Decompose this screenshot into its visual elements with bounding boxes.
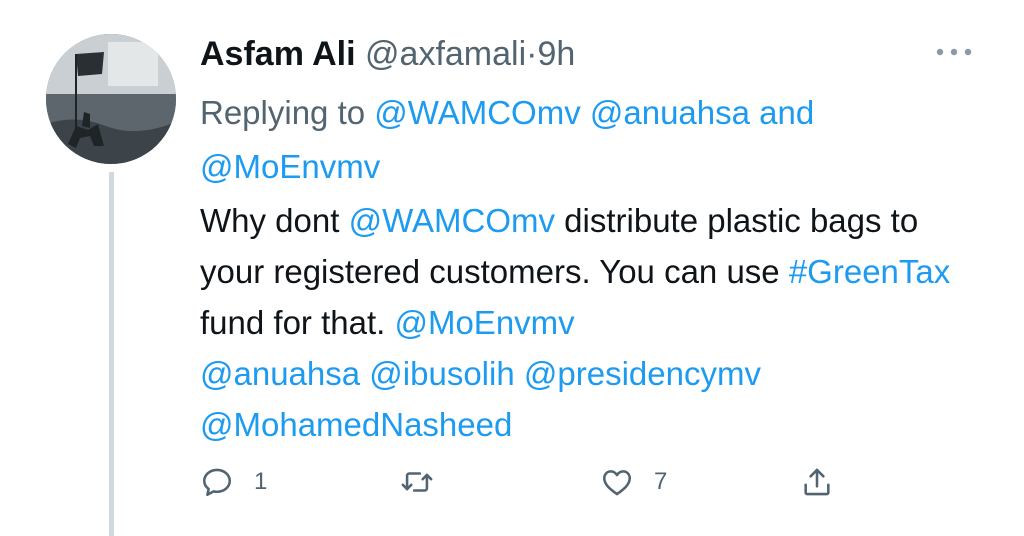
share-icon: [800, 465, 834, 499]
mention-link[interactable]: @WAMCOmv: [374, 94, 580, 131]
reply-icon: [200, 465, 234, 499]
mention-link[interactable]: @MohamedNasheed: [200, 406, 512, 443]
separator-dot: ·: [526, 35, 538, 73]
mention-link[interactable]: @presidencymv: [524, 355, 761, 392]
timestamp[interactable]: 9h: [537, 35, 575, 73]
tweet-text: Why dont @WAMCOmv distribute plastic bag…: [200, 195, 980, 450]
user-handle[interactable]: @axfamali: [365, 35, 526, 73]
mention-link[interactable]: @WAMCOmv: [349, 202, 555, 239]
avatar[interactable]: [46, 34, 176, 164]
reply-button[interactable]: 1: [200, 460, 267, 504]
mention-link[interactable]: @MoEnvmv: [200, 148, 380, 185]
hashtag-link[interactable]: #GreenTax: [789, 253, 950, 290]
mention-link[interactable]: @anuahsa: [200, 355, 360, 392]
thread-line: [109, 172, 114, 536]
retweet-button[interactable]: [400, 460, 434, 504]
tweet-text-segment: fund for that.: [200, 304, 395, 341]
display-name[interactable]: Asfam Ali: [200, 35, 356, 73]
reply-count: 1: [254, 468, 268, 495]
tweet-text-segment: Why dont: [200, 202, 349, 239]
like-count: 7: [654, 468, 668, 495]
mention-link[interactable]: @ibusolih: [369, 355, 514, 392]
more-icon[interactable]: [934, 40, 974, 64]
mention-link[interactable]: @MoEnvmv: [394, 304, 574, 341]
like-button[interactable]: 7: [600, 460, 667, 504]
tweet-header: Asfam Ali @axfamali·9h: [200, 34, 575, 74]
replying-conjunction[interactable]: and: [759, 94, 814, 131]
share-button[interactable]: [800, 460, 834, 504]
replying-to: Replying to @WAMCOmv @anuahsa and @MoEnv…: [200, 86, 960, 194]
like-icon: [600, 465, 634, 499]
action-bar: 1 7: [200, 460, 860, 504]
mention-link[interactable]: @anuahsa: [590, 94, 750, 131]
retweet-icon: [400, 465, 434, 499]
tweet: Asfam Ali @axfamali·9h Replying to @WAMC…: [0, 0, 1024, 536]
replying-prefix: Replying to: [200, 94, 366, 131]
avatar-image: [46, 34, 176, 164]
